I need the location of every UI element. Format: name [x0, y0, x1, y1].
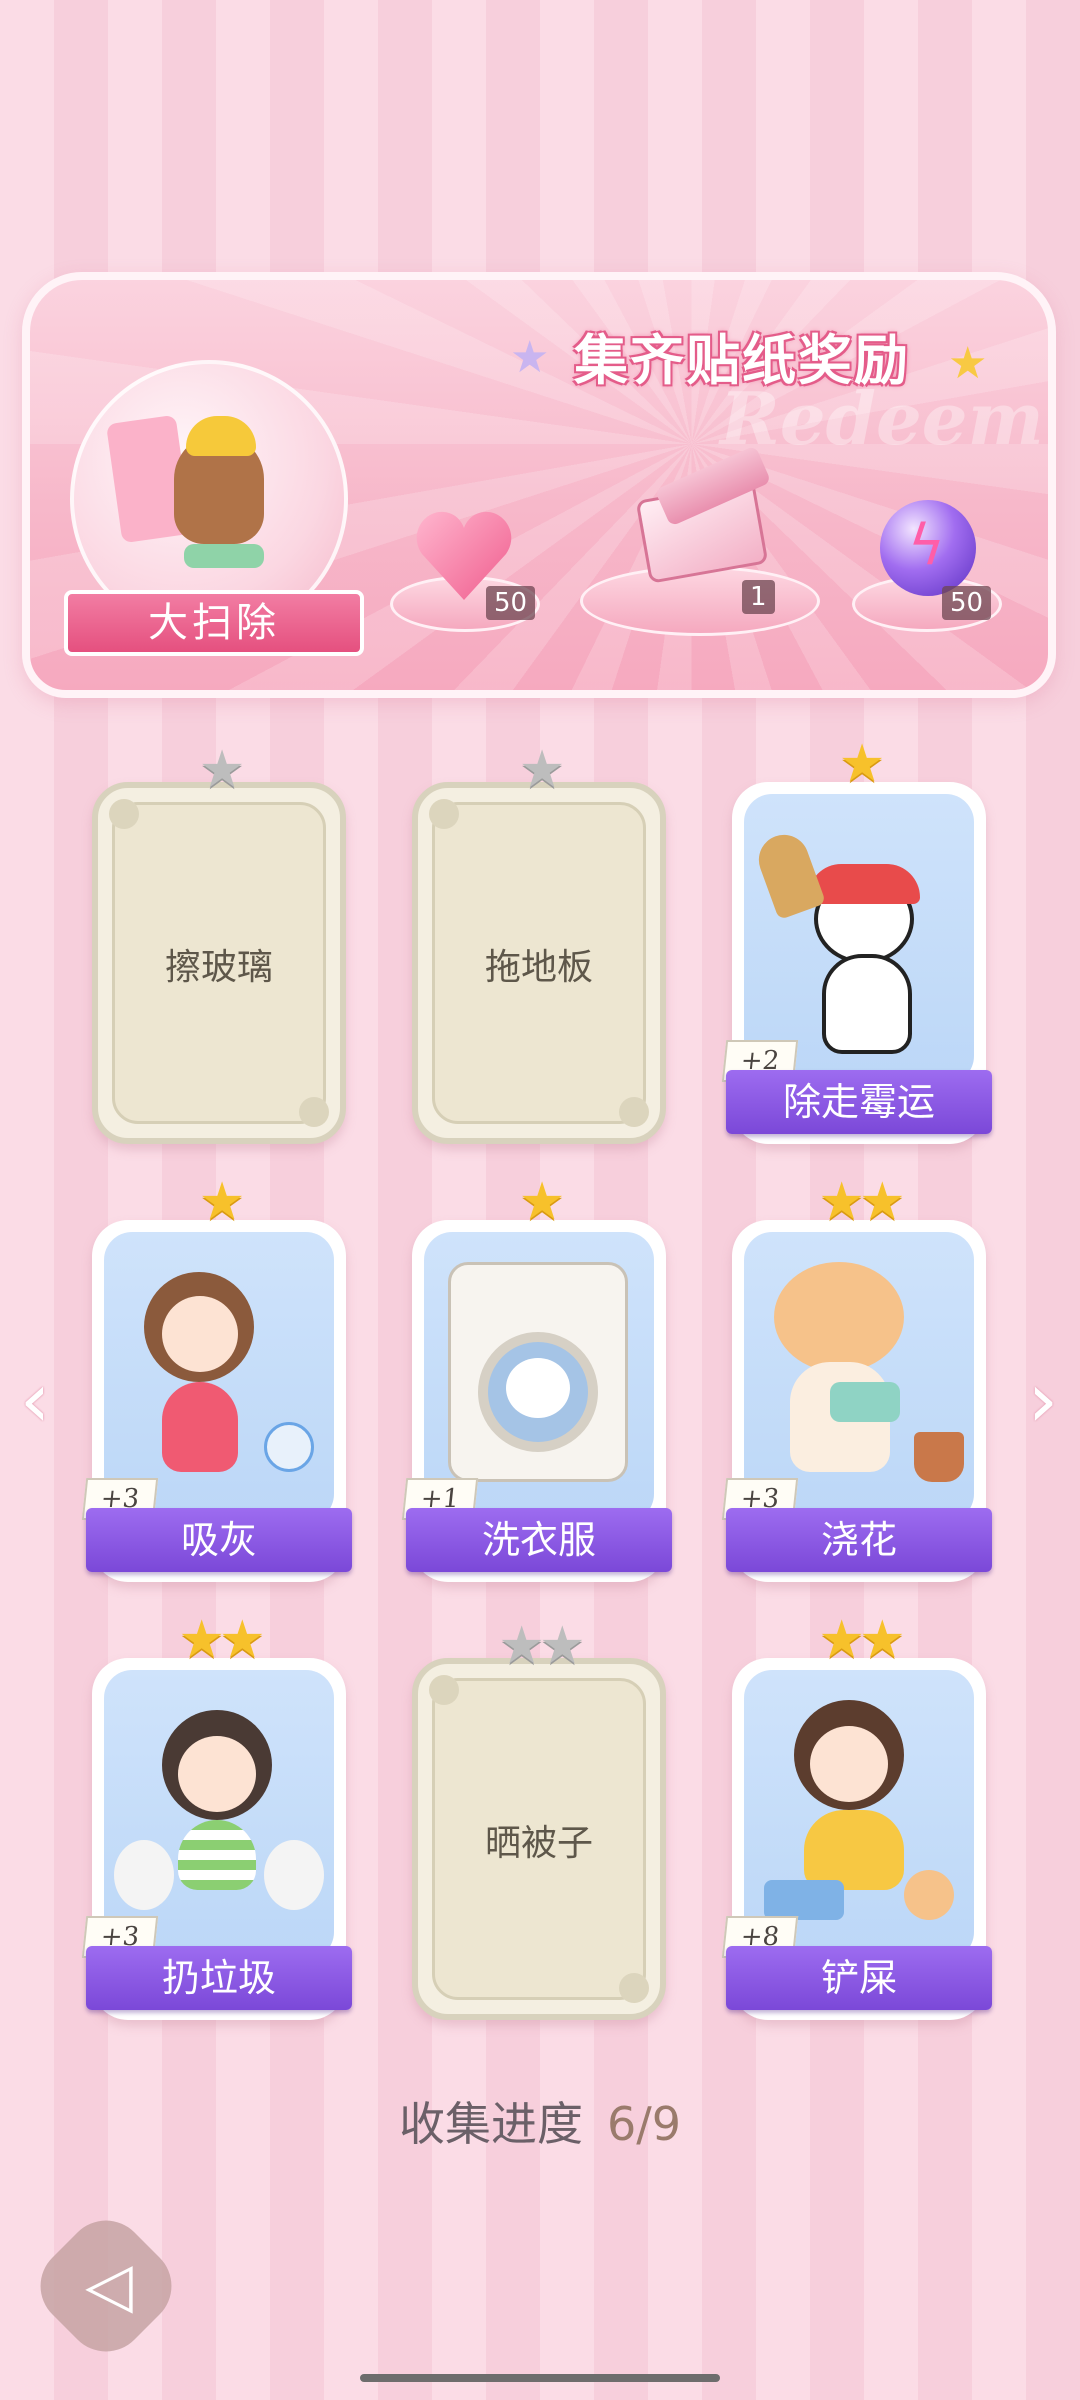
striped-shirt-icon	[178, 1820, 256, 1890]
sticker-card-locked[interactable]: ★ 擦玻璃	[92, 742, 346, 1144]
card-name: 晒被子	[484, 1823, 593, 1864]
star-icon: ★	[838, 734, 886, 794]
star-icon: ★	[859, 1610, 906, 1670]
vacuum-icon	[264, 1422, 314, 1472]
cat-head-icon	[774, 1262, 904, 1372]
reward-count: 50	[486, 586, 536, 620]
back-arrow-icon: ◁	[85, 2248, 133, 2321]
overalls-icon	[804, 1810, 904, 1890]
star-icon: ★	[818, 1172, 865, 1232]
star-rating: ★★	[732, 1612, 986, 1668]
star-rating: ★	[418, 742, 660, 798]
cat-icon	[904, 1870, 954, 1920]
card-name-band: 浇花	[726, 1508, 992, 1572]
star-rating: ★	[412, 1174, 666, 1230]
star-icon: ★	[219, 1610, 266, 1670]
sticker-card[interactable]: ★★ +3 扔垃圾	[81, 1612, 352, 2020]
chevron-right-icon[interactable]: ›	[1016, 1360, 1070, 1440]
lightning-icon: ϟ	[908, 513, 945, 578]
sticker-card[interactable]: ★ +2 除走霉运	[721, 736, 992, 1144]
card-name-band: 铲屎	[726, 1946, 992, 2010]
collection-progress: 收集进度 6/9	[0, 2088, 1080, 2154]
sticker-card[interactable]: ★★ +3 浇花	[721, 1174, 992, 1582]
trash-bag-icon	[114, 1840, 174, 1910]
bandana-icon	[808, 864, 920, 904]
reward-count: 1	[742, 580, 775, 614]
star-icon: ★	[198, 1172, 246, 1232]
sticker-card[interactable]: ★★ +8 铲屎	[721, 1612, 992, 2020]
litter-box-icon	[764, 1880, 844, 1920]
card-name-band: 洗衣服	[406, 1508, 672, 1572]
star-icon: ★	[198, 740, 246, 800]
card-name-band: 除走霉运	[726, 1070, 992, 1134]
star-rating: ★★	[92, 1612, 346, 1668]
progress-label: 收集进度	[398, 2097, 583, 2151]
star-rating: ★	[92, 1174, 346, 1230]
star-rating: ★	[732, 736, 986, 792]
card-name: 擦玻璃	[164, 947, 273, 988]
trash-bag-icon	[264, 1840, 324, 1910]
stool-icon	[184, 544, 264, 568]
star-icon: ★	[818, 1610, 865, 1670]
reward-count: 50	[942, 586, 992, 620]
face-icon	[178, 1736, 256, 1812]
watering-can-icon	[830, 1382, 900, 1422]
star-icon: ★	[539, 1616, 586, 1676]
star-icon: ★	[178, 1610, 225, 1670]
reward-pedestal	[580, 566, 820, 636]
reward-banner: ★ ★ 集齐贴纸奖励 Redeem 大扫除 50 1 ϟ 50	[22, 272, 1056, 698]
card-name: 拖地板	[484, 947, 593, 988]
theme-ribbon: 大扫除	[64, 590, 364, 656]
girl-dress-icon	[162, 1382, 238, 1472]
cat-icon	[506, 1358, 570, 1418]
chevron-left-icon[interactable]: ‹	[8, 1360, 62, 1440]
progress-value: 6/9	[606, 2097, 682, 2151]
face-icon	[810, 1726, 888, 1802]
bear-hat-icon	[186, 416, 256, 456]
star-rating: ★★	[732, 1174, 986, 1230]
star-rating: ★★	[418, 1618, 660, 1674]
panda-body-icon	[822, 954, 912, 1054]
purple-lightning-orb-icon[interactable]: ϟ	[880, 500, 976, 596]
home-indicator[interactable]	[360, 2374, 720, 2382]
card-name-band: 吸灰	[86, 1508, 352, 1572]
redeem-watermark: Redeem	[720, 376, 1044, 461]
potted-plant-icon	[914, 1432, 964, 1482]
sticker-card[interactable]: ★ +1 洗衣服	[401, 1174, 672, 1582]
sticker-card-locked[interactable]: ★★ 晒被子	[412, 1618, 666, 2020]
sticker-card-locked[interactable]: ★ 拖地板	[412, 742, 666, 1144]
star-icon: ★	[498, 1616, 545, 1676]
lavender-star-icon: ★	[510, 332, 550, 383]
broom-icon	[751, 827, 827, 921]
face-icon	[162, 1296, 238, 1372]
star-icon: ★	[518, 740, 566, 800]
card-name-band: 扔垃圾	[86, 1946, 352, 2010]
sticker-card[interactable]: ★ +3 吸灰	[81, 1174, 352, 1582]
star-icon: ★	[859, 1172, 906, 1232]
star-icon: ★	[518, 1172, 566, 1232]
star-rating: ★	[98, 742, 340, 798]
